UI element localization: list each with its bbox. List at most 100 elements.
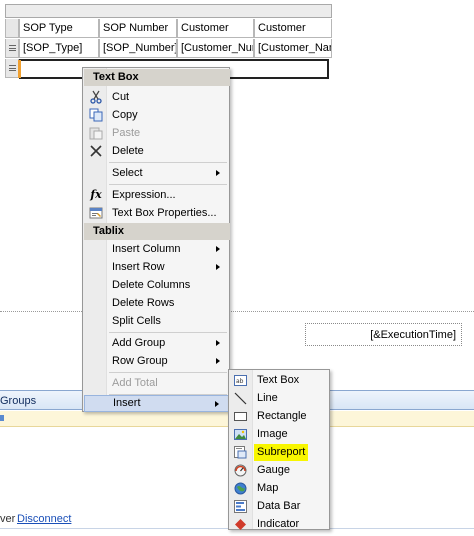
map-globe-icon [234, 482, 247, 495]
rectangle-icon [234, 410, 247, 423]
detail-cell-sop-type[interactable]: [SOP_Type] [19, 39, 99, 58]
delete-x-icon [89, 144, 103, 158]
groups-label: Groups [0, 395, 37, 407]
submenu-item-subreport[interactable]: Subreport [230, 444, 330, 461]
copy-icon [89, 108, 103, 122]
header-cell-sop-type[interactable]: SOP Type [19, 19, 99, 38]
menu-label-copy: Copy [112, 109, 138, 121]
scissors-icon [89, 90, 103, 104]
page-footer-boundary [0, 311, 474, 312]
menu-item-insert-row[interactable]: Insert Row [84, 258, 230, 276]
detail-cell-sop-number[interactable]: [SOP_Number] [99, 39, 177, 58]
header-cell-customer-name[interactable]: Customer [254, 19, 332, 38]
subreport-icon [234, 446, 247, 459]
group-arrow-icon [0, 415, 4, 421]
menu-label-select: Select [112, 167, 143, 179]
menu-label-expression: Expression... [112, 189, 176, 201]
detail-cell-customer-name[interactable]: [Customer_Nam [254, 39, 332, 58]
menu-item-insert-column[interactable]: Insert Column [84, 240, 230, 258]
tablix-column-handles[interactable] [5, 4, 332, 18]
header-cell-sop-number[interactable]: SOP Number [99, 19, 177, 38]
detail-row-icon [9, 45, 16, 51]
menu-item-copy[interactable]: Copy [84, 106, 230, 124]
submenu-label-indicator: Indicator [257, 518, 300, 530]
menu-label-delete-columns: Delete Columns [112, 279, 191, 291]
row-handle[interactable] [5, 19, 19, 38]
menu-section-text-box: Text Box [84, 69, 230, 86]
tablix-header-row[interactable]: SOP Type SOP Number Customer Customer [5, 19, 332, 38]
submenu-arrow-icon [216, 340, 220, 346]
menu-item-delete-rows[interactable]: Delete Rows [84, 294, 230, 312]
menu-item-expression[interactable]: fx Expression... [84, 186, 230, 204]
submenu-label-rectangle: Rectangle [257, 410, 307, 422]
menu-item-select[interactable]: Select [84, 164, 230, 182]
gauge-icon [234, 464, 247, 477]
submenu-arrow-icon [216, 358, 220, 364]
menu-label-insert: Insert [113, 397, 141, 409]
submenu-label-map: Map [257, 482, 279, 494]
tablix-detail-row[interactable]: [SOP_Type] [SOP_Number] [Customer_Num [C… [5, 39, 332, 58]
menu-item-add-total[interactable]: Add Total [84, 374, 230, 392]
menu-item-row-group[interactable]: Row Group [84, 352, 230, 370]
submenu-label-image: Image [257, 428, 288, 440]
submenu-item-text-box[interactable]: ab Text Box [230, 372, 330, 389]
menu-label-paste: Paste [112, 127, 141, 139]
menu-label-insert-column: Insert Column [112, 243, 181, 255]
image-icon [234, 428, 247, 441]
menu-separator [109, 332, 227, 333]
submenu-label-subreport: Subreport [254, 444, 309, 461]
menu-item-paste[interactable]: Paste [84, 124, 230, 142]
menu-label-add-total: Add Total [112, 377, 158, 389]
menu-separator [109, 372, 227, 373]
insert-submenu[interactable]: ab Text Box Line Rectangle Image Subrepo… [228, 369, 330, 530]
menu-separator [109, 184, 227, 185]
selection-marker [18, 60, 21, 78]
submenu-item-rectangle[interactable]: Rectangle [230, 408, 330, 425]
submenu-arrow-icon [216, 264, 220, 270]
menu-label-insert-row: Insert Row [112, 261, 165, 273]
context-menu[interactable]: Text Box Cut Copy Paste Delete Select fx… [82, 67, 230, 412]
execution-time-textbox[interactable]: [&ExecutionTime] [305, 323, 462, 346]
menu-label-text-box-properties: Text Box Properties... [112, 207, 217, 219]
submenu-label-gauge: Gauge [257, 464, 291, 476]
submenu-arrow-icon [215, 401, 219, 407]
menu-item-split-cells[interactable]: Split Cells [84, 312, 230, 330]
submenu-label-text-box: Text Box [257, 374, 300, 386]
submenu-label-data-bar: Data Bar [257, 500, 301, 512]
menu-item-cut[interactable]: Cut [84, 88, 230, 106]
menu-label-add-group: Add Group [112, 337, 166, 349]
menu-separator [109, 162, 227, 163]
menu-item-add-group[interactable]: Add Group [84, 334, 230, 352]
indicator-diamond-icon [234, 518, 247, 531]
menu-label-delete-rows: Delete Rows [112, 297, 175, 309]
menu-label-split-cells: Split Cells [112, 315, 161, 327]
disconnect-link[interactable]: Disconnect [17, 510, 71, 528]
svg-text:ab: ab [236, 378, 244, 385]
submenu-arrow-icon [216, 170, 220, 176]
new-row-icon [9, 65, 16, 71]
fx-icon: fx [90, 188, 102, 201]
menu-label-delete: Delete [112, 145, 144, 157]
detail-row-handle[interactable] [5, 39, 19, 58]
menu-item-text-box-properties[interactable]: Text Box Properties... [84, 204, 230, 222]
text-box-icon: ab [234, 374, 247, 387]
menu-item-delete[interactable]: Delete [84, 142, 230, 160]
line-icon [234, 392, 247, 405]
submenu-item-gauge[interactable]: Gauge [230, 462, 330, 479]
submenu-item-map[interactable]: Map [230, 480, 330, 497]
menu-section-tablix: Tablix [84, 223, 230, 240]
detail-cell-customer-num[interactable]: [Customer_Num [177, 39, 254, 58]
submenu-item-image[interactable]: Image [230, 426, 330, 443]
menu-label-cut: Cut [112, 91, 130, 103]
header-cell-customer-num[interactable]: Customer [177, 19, 254, 38]
paste-icon [89, 126, 103, 140]
submenu-item-indicator[interactable]: Indicator [230, 516, 330, 533]
new-row-handle[interactable] [5, 59, 19, 78]
submenu-item-line[interactable]: Line [230, 390, 330, 407]
menu-item-insert[interactable]: Insert [84, 395, 230, 412]
submenu-arrow-icon [216, 246, 220, 252]
submenu-item-data-bar[interactable]: Data Bar [230, 498, 330, 515]
menu-label-row-group: Row Group [112, 355, 168, 367]
data-bar-icon [234, 500, 247, 513]
menu-item-delete-columns[interactable]: Delete Columns [84, 276, 230, 294]
